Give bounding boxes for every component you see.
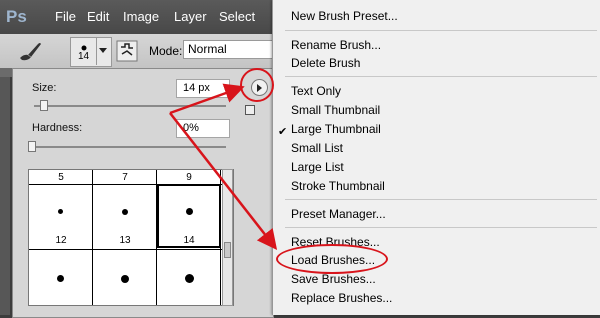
brush-label: 13: [119, 235, 131, 246]
menu-small-thumbnail[interactable]: Small Thumbnail: [291, 102, 380, 118]
menu-divider: [285, 30, 597, 31]
menu-replace-brushes[interactable]: Replace Brushes...: [291, 290, 392, 306]
toggle-brush-panel-icon[interactable]: [116, 40, 138, 62]
grid-scrollbar[interactable]: [222, 169, 233, 306]
brush-tool-icon[interactable]: [16, 38, 46, 64]
size-slider-thumb[interactable]: [40, 100, 48, 111]
brush-tip[interactable]: [122, 209, 128, 215]
menu-small-list[interactable]: Small List: [291, 140, 343, 156]
hardness-slider-thumb[interactable]: [28, 141, 36, 152]
menu-select[interactable]: Select: [219, 9, 255, 24]
menu-new-brush-preset[interactable]: New Brush Preset...: [291, 8, 398, 24]
grid-scroll-thumb[interactable]: [224, 242, 231, 258]
size-slider[interactable]: [34, 105, 226, 107]
menu-text-only[interactable]: Text Only: [291, 83, 341, 99]
size-label: Size:: [32, 82, 57, 94]
menu-file[interactable]: File: [55, 9, 76, 24]
chevron-down-icon[interactable]: [96, 37, 109, 65]
menu-divider: [285, 227, 597, 228]
brush-label: 9: [186, 172, 192, 183]
menu-stroke-thumbnail[interactable]: Stroke Thumbnail: [291, 178, 385, 194]
size-input[interactable]: 14 px: [176, 79, 230, 98]
menu-large-list[interactable]: Large List: [291, 159, 344, 175]
brush-thumbnail-grid: 5 7 9 12 13 14: [28, 169, 234, 306]
menu-rename-brush[interactable]: Rename Brush...: [291, 37, 381, 53]
menu-divider: [285, 199, 597, 200]
hardness-label: Hardness:: [32, 122, 83, 134]
highlight-circle-load-brushes: [276, 244, 388, 274]
photoshop-logo: Ps: [6, 7, 27, 26]
brush-preset-panel: Size: 14 px Hardness: 0% 5 7 9 12 13 14: [12, 68, 274, 318]
mode-label: Mode:: [149, 44, 183, 58]
hardness-input[interactable]: 0%: [176, 119, 230, 138]
brush-label: 5: [58, 172, 64, 183]
mode-select[interactable]: Normal: [183, 40, 283, 59]
brush-label: 14: [183, 235, 195, 246]
preset-brush-size: 14: [78, 51, 90, 62]
menu-divider: [285, 76, 597, 77]
highlight-circle-flyout: [240, 68, 274, 102]
menu-edit[interactable]: Edit: [87, 9, 109, 24]
menu-large-thumbnail[interactable]: Large Thumbnail: [291, 121, 381, 137]
menu-layer[interactable]: Layer: [174, 9, 207, 24]
menu-preset-manager[interactable]: Preset Manager...: [291, 206, 386, 222]
tools-panel-edge: [0, 68, 10, 315]
menu-delete-brush[interactable]: Delete Brush: [291, 55, 360, 71]
brush-tip[interactable]: [58, 209, 63, 214]
new-preset-icon[interactable]: [245, 105, 255, 115]
checkmark-icon: ✔: [278, 126, 288, 138]
menu-image[interactable]: Image: [123, 9, 159, 24]
brush-tip[interactable]: [57, 275, 64, 282]
brush-tip[interactable]: [121, 275, 129, 283]
brush-label: 12: [55, 235, 67, 246]
brush-tip[interactable]: [185, 274, 194, 283]
hardness-slider[interactable]: [29, 146, 226, 148]
brush-label: 7: [122, 172, 128, 183]
